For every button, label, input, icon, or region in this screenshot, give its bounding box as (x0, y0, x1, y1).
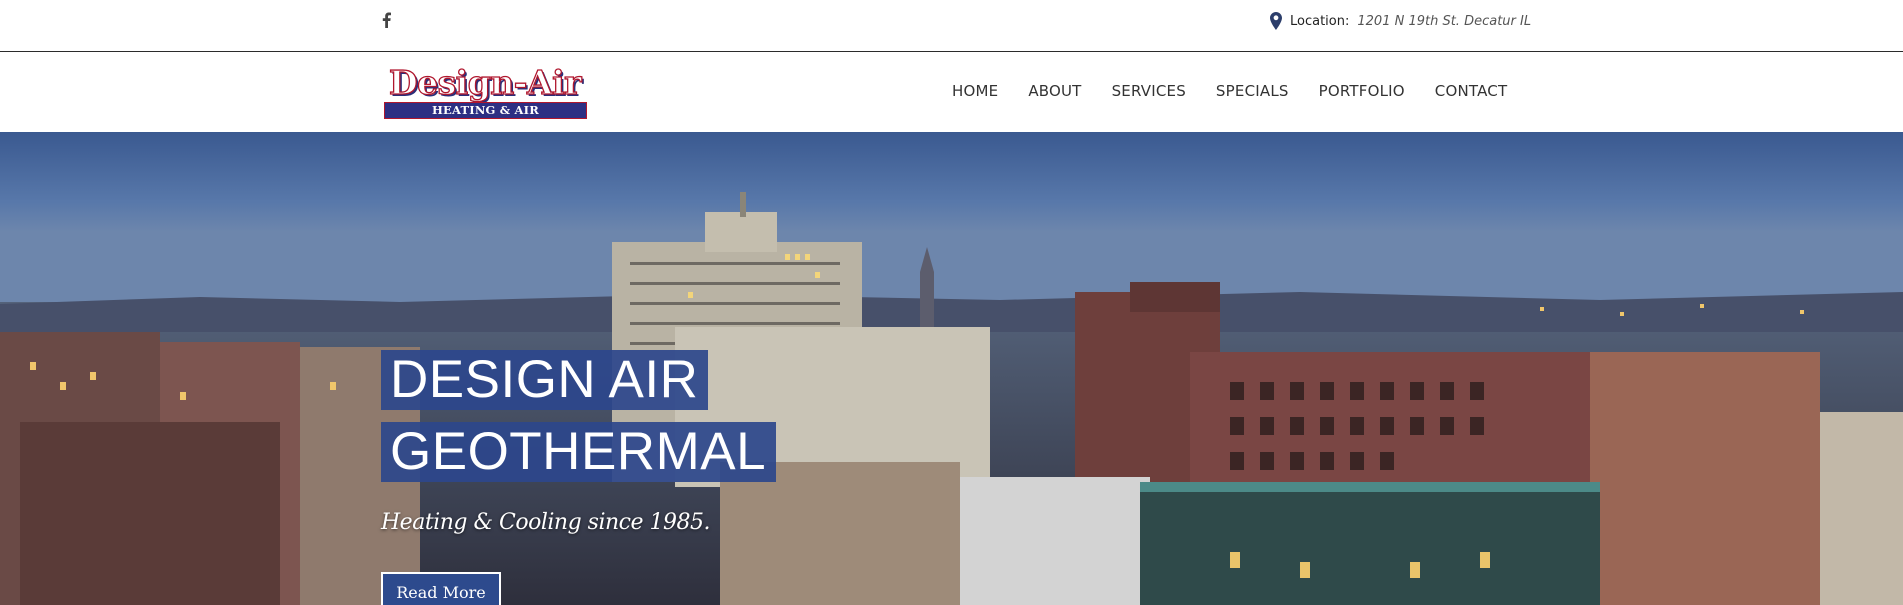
nav-item-home: HOME (952, 82, 998, 104)
top-bar: Location: 1201 N 19th St. Decatur IL (0, 0, 1903, 52)
nav-item-portfolio: PORTFOLIO (1319, 82, 1405, 104)
logo-wordmark: Design-Air (388, 62, 582, 102)
hero-text-block: DESIGN AIR GEOTHERMAL Heating & Cooling … (381, 132, 981, 605)
nav-item-contact: CONTACT (1435, 82, 1508, 104)
map-pin-icon (1270, 12, 1282, 30)
hero-title-line-1: DESIGN AIR (381, 350, 709, 410)
site-logo[interactable]: Design-Air HEATING & AIR CONDITIONING (381, 62, 589, 131)
hero-banner: DESIGN AIR GEOTHERMAL Heating & Cooling … (0, 132, 1903, 605)
hero-tagline: Heating & Cooling since 1985. (381, 510, 710, 535)
logo-subtitle: HEATING & AIR CONDITIONING (384, 102, 587, 131)
nav-link-home[interactable]: HOME (952, 82, 998, 100)
read-more-button[interactable]: Read More (381, 572, 501, 605)
location-address: 1201 N 19th St. Decatur IL (1357, 13, 1532, 29)
nav-link-about[interactable]: ABOUT (1028, 82, 1081, 100)
nav-item-services: SERVICES (1112, 82, 1186, 104)
facebook-icon[interactable] (376, 10, 396, 30)
nav-link-specials[interactable]: SPECIALS (1216, 82, 1289, 100)
nav-link-contact[interactable]: CONTACT (1435, 82, 1508, 100)
site-header: Design-Air HEATING & AIR CONDITIONING HO… (0, 52, 1903, 132)
main-nav: HOME ABOUT SERVICES SPECIALS PORTFOLIO C… (952, 82, 1507, 104)
nav-link-portfolio[interactable]: PORTFOLIO (1319, 82, 1405, 100)
nav-item-about: ABOUT (1028, 82, 1081, 104)
nav-item-specials: SPECIALS (1216, 82, 1289, 104)
location-info: Location: 1201 N 19th St. Decatur IL (1270, 10, 1531, 32)
nav-link-services[interactable]: SERVICES (1112, 82, 1186, 100)
facebook-glyph (382, 12, 391, 28)
hero-title-line-2: GEOTHERMAL (381, 422, 777, 482)
location-label: Location: (1290, 13, 1350, 29)
